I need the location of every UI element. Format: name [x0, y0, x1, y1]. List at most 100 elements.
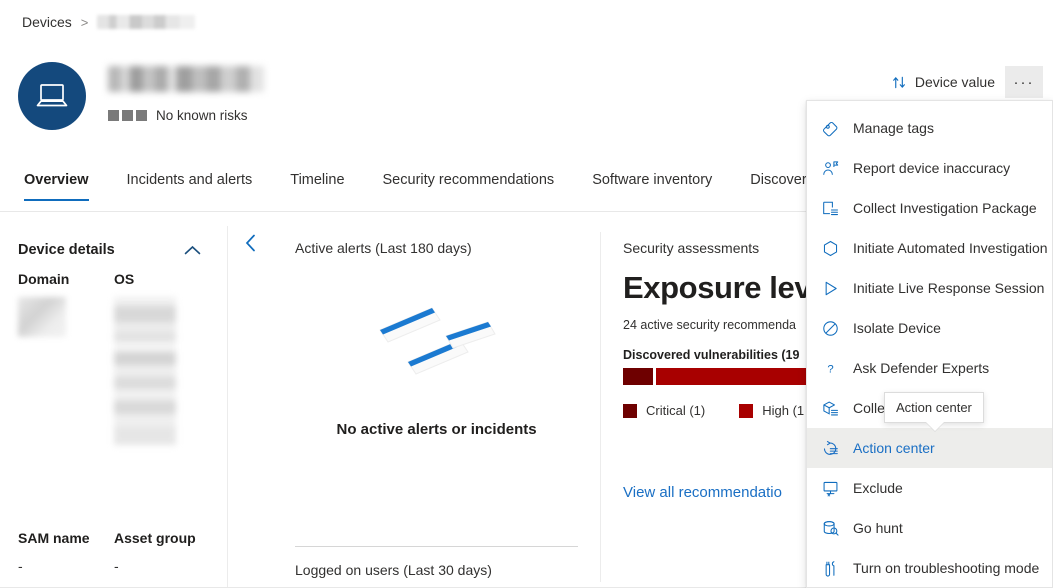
menu-item-label: Go hunt — [853, 520, 903, 536]
field-domain: Domain — [18, 270, 100, 445]
field-sam-name: SAM name - — [18, 529, 100, 574]
menu-item-exclude[interactable]: Exclude — [807, 468, 1052, 508]
risk-label: No known risks — [156, 108, 248, 123]
field-asset-group: Asset group - — [114, 529, 196, 574]
tooltip-action-center: Action center — [884, 392, 984, 423]
tab-overview[interactable]: Overview — [22, 172, 108, 201]
menu-item-label: Exclude — [853, 480, 903, 496]
package-collect-icon — [821, 199, 839, 217]
device-value-button[interactable]: Device value — [882, 66, 1005, 98]
person-flag-icon — [821, 159, 839, 177]
menu-item-initiate-automated-investigation[interactable]: Initiate Automated Investigation — [807, 228, 1052, 268]
menu-item-label: Initiate Automated Investigation — [853, 240, 1048, 256]
field-label: Asset group — [114, 529, 196, 548]
play-triangle-icon — [821, 279, 839, 297]
risk-squares — [108, 110, 147, 121]
menu-item-label: Isolate Device — [853, 320, 941, 336]
device-details-sidebar: Device details Domain OS SAM name - — [0, 226, 228, 588]
device-details-fields: Domain OS — [18, 270, 209, 445]
sort-arrows-icon — [892, 75, 907, 90]
menu-item-label: Turn on troubleshooting mode — [853, 560, 1039, 576]
device-name-redacted — [108, 66, 264, 92]
field-os: OS — [114, 270, 196, 445]
device-page: Devices > No known risks — [0, 0, 1053, 588]
history-list-icon — [821, 439, 839, 457]
vulnerability-bar-segment-critical — [623, 368, 653, 385]
chevron-up-icon[interactable] — [184, 245, 201, 256]
command-bar: Device value ··· — [882, 66, 1043, 98]
menu-item-label: Ask Defender Experts — [853, 360, 989, 376]
device-details-header: Device details — [18, 226, 201, 270]
legend-swatch — [623, 404, 637, 418]
chevron-left-icon — [245, 234, 257, 252]
tab-label: Software inventory — [592, 172, 712, 188]
breadcrumb-root-link[interactable]: Devices — [22, 14, 72, 30]
risk-indicator: No known risks — [108, 108, 264, 123]
active-alerts-title: Active alerts (Last 180 days) — [295, 226, 578, 256]
monitor-exclude-icon — [821, 479, 839, 497]
wrench-tools-icon — [821, 559, 839, 577]
field-label: Domain — [18, 270, 100, 289]
logged-on-users-title: Logged on users (Last 30 days) — [295, 562, 492, 578]
tab-software-inventory[interactable]: Software inventory — [573, 172, 731, 201]
legend-label: High (1 — [762, 403, 804, 418]
field-label: SAM name — [18, 529, 100, 548]
menu-item-ask-defender-experts[interactable]: ? Ask Defender Experts — [807, 348, 1052, 388]
menu-item-label: Initiate Live Response Session — [853, 280, 1044, 296]
risk-square — [136, 110, 147, 121]
menu-item-initiate-live-response-session[interactable]: Initiate Live Response Session — [807, 268, 1052, 308]
tooltip-arrow — [926, 422, 944, 431]
menu-item-action-center[interactable]: Action center — [807, 428, 1052, 468]
menu-item-go-hunt[interactable]: Go hunt — [807, 508, 1052, 548]
legend-item-high: High (1 — [739, 403, 804, 418]
breadcrumb-separator: > — [81, 15, 89, 30]
active-alerts-empty-message: No active alerts or incidents — [337, 421, 537, 438]
field-value: - — [114, 558, 196, 574]
device-meta: No known risks — [108, 62, 264, 123]
tab-incidents-and-alerts[interactable]: Incidents and alerts — [108, 172, 272, 201]
legend-item-critical: Critical (1) — [623, 403, 705, 418]
device-details-title: Device details — [18, 242, 115, 258]
collapse-sidebar-button[interactable] — [240, 232, 262, 254]
tooltip-text: Action center — [896, 400, 972, 415]
tab-label: Overview — [24, 172, 89, 188]
menu-item-label: Action center — [853, 440, 935, 456]
device-value-label: Device value — [915, 74, 995, 90]
menu-item-isolate-device[interactable]: Isolate Device — [807, 308, 1052, 348]
breadcrumb: Devices > — [22, 14, 195, 30]
tab-timeline[interactable]: Timeline — [271, 172, 363, 201]
avatar — [18, 62, 86, 130]
tab-label: Security recommendations — [383, 172, 555, 188]
device-actions-menu: Manage tags Report device inaccuracy Col… — [806, 100, 1053, 588]
breadcrumb-device-redacted[interactable] — [97, 15, 195, 29]
menu-item-collect-investigation-package[interactable]: Collect Investigation Package — [807, 188, 1052, 228]
svg-text:?: ? — [827, 363, 833, 375]
block-circle-icon — [821, 319, 839, 337]
menu-item-turn-on-troubleshooting-mode[interactable]: Turn on troubleshooting mode — [807, 548, 1052, 588]
device-details-fields-bottom: SAM name - Asset group - — [18, 529, 196, 574]
database-search-icon — [821, 519, 839, 537]
laptop-icon — [35, 81, 69, 111]
tab-label: Timeline — [290, 172, 344, 188]
menu-item-label: Collect Investigation Package — [853, 200, 1037, 216]
active-alerts-panel: Active alerts (Last 180 days) — [273, 226, 600, 588]
menu-item-label: Report device inaccuracy — [853, 160, 1010, 176]
view-all-recommendations-link[interactable]: View all recommendatio — [623, 484, 782, 501]
tab-label: Incidents and alerts — [127, 172, 253, 188]
menu-item-manage-tags[interactable]: Manage tags — [807, 108, 1052, 148]
field-value-redacted — [18, 297, 66, 337]
menu-item-report-device-inaccuracy[interactable]: Report device inaccuracy — [807, 148, 1052, 188]
risk-square — [108, 110, 119, 121]
field-value: - — [18, 558, 100, 574]
legend-swatch — [739, 404, 753, 418]
alerts-panel-divider — [295, 546, 578, 547]
device-header: No known risks — [18, 62, 264, 130]
field-value-redacted — [114, 297, 176, 445]
active-alerts-empty-state: No active alerts or incidents — [295, 300, 578, 438]
more-actions-button[interactable]: ··· — [1005, 66, 1043, 98]
tab-security-recommendations[interactable]: Security recommendations — [364, 172, 574, 201]
question-mark-icon: ? — [821, 359, 839, 377]
menu-item-label: Manage tags — [853, 120, 934, 136]
box-list-icon — [821, 399, 839, 417]
tag-icon — [821, 119, 839, 137]
